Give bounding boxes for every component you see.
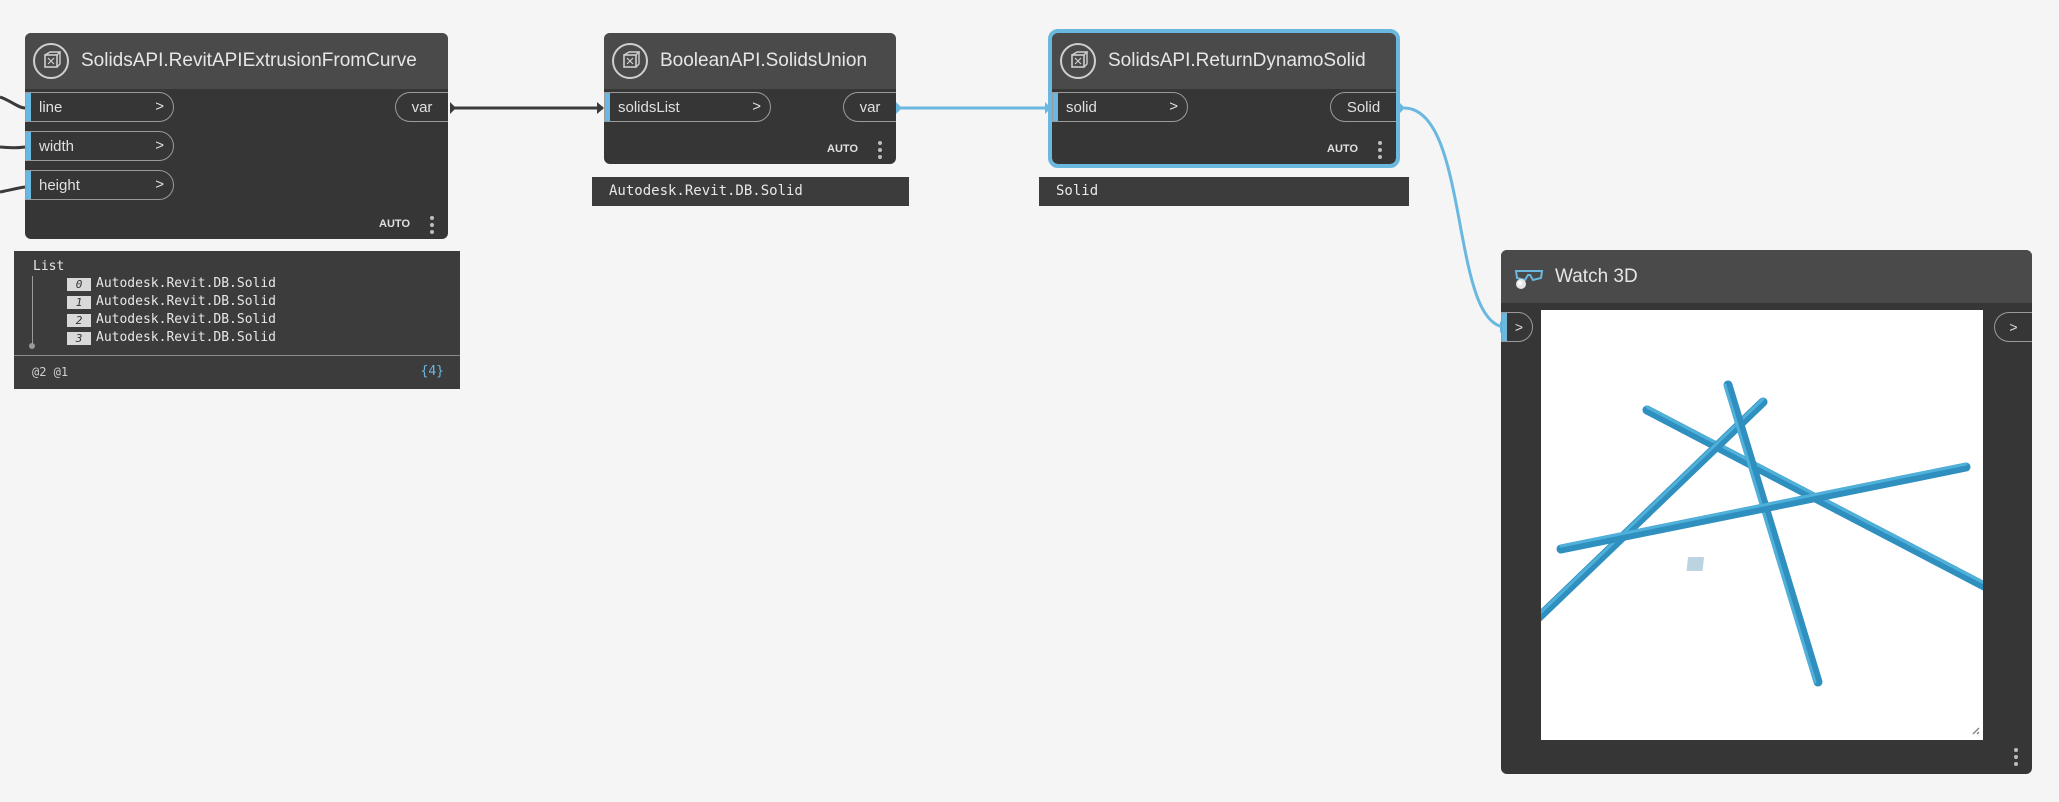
port-label: solidsList [618,98,680,116]
port-label: solid [1066,98,1097,116]
node-header[interactable]: BooleanAPI.SolidsUnion [604,33,896,89]
list-index: 2 [67,314,91,327]
extruded-solid-beam [1723,380,1823,687]
wire-return-to-watch[interactable] [1403,106,1507,329]
chevron-right-icon: > [1169,98,1178,115]
wire-width-input[interactable] [0,145,26,150]
origin-marker [1686,557,1705,571]
chevron-right-icon: > [1514,319,1524,335]
chevron-right-icon: > [752,98,761,115]
input-port-width[interactable]: width > [25,131,174,161]
extruded-solid-beam [1556,462,1971,554]
list-header: List [33,259,65,274]
preview-value: Autodesk.Revit.DB.Solid [609,183,803,199]
revit-api-node-icon [1060,43,1096,79]
port-indicator [605,93,610,121]
node-menu-icon[interactable] [878,141,882,159]
wire-start-marker [450,102,456,114]
wire-line-input[interactable] [0,95,26,110]
input-port-solid[interactable]: solid > [1052,92,1188,122]
node-header[interactable]: SolidsAPI.ReturnDynamoSolid [1052,33,1396,89]
lacing-label[interactable]: AUTO [827,143,858,155]
port-indicator [26,171,31,199]
node-menu-icon[interactable] [2014,748,2018,766]
output-port-watch[interactable]: > [1994,312,2032,342]
list-item: Autodesk.Revit.DB.Solid [96,276,277,291]
port-indicator [1502,313,1507,341]
list-item: Autodesk.Revit.DB.Solid [96,330,277,345]
input-port-height[interactable]: height > [25,170,174,200]
chevron-right-icon: > [155,137,164,154]
node-title: SolidsAPI.ReturnDynamoSolid [1108,50,1366,71]
output-port-var[interactable]: var [843,92,896,122]
port-indicator [26,93,31,121]
port-indicator [1053,93,1058,121]
node-title: BooleanAPI.SolidsUnion [660,50,868,71]
return-solid-preview-bubble[interactable]: Solid [1039,177,1409,206]
chevron-right-icon: > [155,98,164,115]
list-tree-line [32,276,33,345]
node-header[interactable]: SolidsAPI.RevitAPIExtrusionFromCurve [25,33,448,89]
node-header[interactable]: Watch 3D [1501,250,2032,303]
watch-3d-node[interactable]: Watch 3D > > [1501,250,2032,774]
wire-end-marker [1045,102,1051,114]
preview-value: Solid [1056,183,1099,199]
node-menu-icon[interactable] [430,216,434,234]
port-label: width [39,137,75,155]
union-preview-bubble[interactable]: Autodesk.Revit.DB.Solid [592,177,909,206]
revit-api-node-icon [33,43,69,79]
revit-api-node-icon [612,43,648,79]
list-levels: @2 @1 [32,365,69,379]
list-index: 1 [67,296,91,309]
port-label: height [39,176,80,194]
node-menu-icon[interactable] [1378,141,1382,159]
extrusion-node[interactable]: SolidsAPI.RevitAPIExtrusionFromCurve lin… [25,33,448,239]
solid-geometry-render [1541,380,1983,735]
watch-3d-glasses-icon [1511,259,1547,295]
resize-grip-icon[interactable] [1972,727,1980,735]
wire-height-input[interactable] [0,185,26,194]
port-label: var [859,98,881,116]
input-port-line[interactable]: line > [25,92,174,122]
input-port-solidslist[interactable]: solidsList > [604,92,771,122]
extrusion-preview-bubble[interactable]: List 0 Autodesk.Revit.DB.Solid 1 Autodes… [14,251,460,389]
port-label: Solid [1346,98,1381,116]
list-item: Autodesk.Revit.DB.Solid [96,294,277,309]
output-port-var[interactable]: var [395,92,448,122]
output-port-solid[interactable]: Solid [1330,92,1396,122]
chevron-right-icon: > [2009,319,2018,335]
lacing-label[interactable]: AUTO [1327,143,1358,155]
port-label: var [411,98,433,116]
list-count: {4} [420,364,444,379]
list-index: 3 [67,332,91,345]
preview-divider [14,355,460,356]
return-dynamo-solid-node[interactable]: SolidsAPI.ReturnDynamoSolid solid > Soli… [1048,29,1400,168]
node-title: SolidsAPI.RevitAPIExtrusionFromCurve [81,50,417,71]
wire-end-marker [597,102,604,114]
wire-start-marker [1399,102,1405,114]
chevron-right-icon: > [155,176,164,193]
port-label: line [39,98,63,116]
list-item: Autodesk.Revit.DB.Solid [96,312,277,327]
list-index: 0 [67,278,91,291]
port-indicator [26,132,31,160]
solids-union-node[interactable]: BooleanAPI.SolidsUnion solidsList > var … [604,33,896,164]
lacing-label[interactable]: AUTO [379,218,410,230]
node-title: Watch 3D [1555,265,1638,287]
wire-start-marker [896,102,902,114]
3d-viewport[interactable] [1541,310,1983,740]
list-tree-dot [29,343,35,349]
input-port-watch[interactable]: > [1501,312,1533,342]
